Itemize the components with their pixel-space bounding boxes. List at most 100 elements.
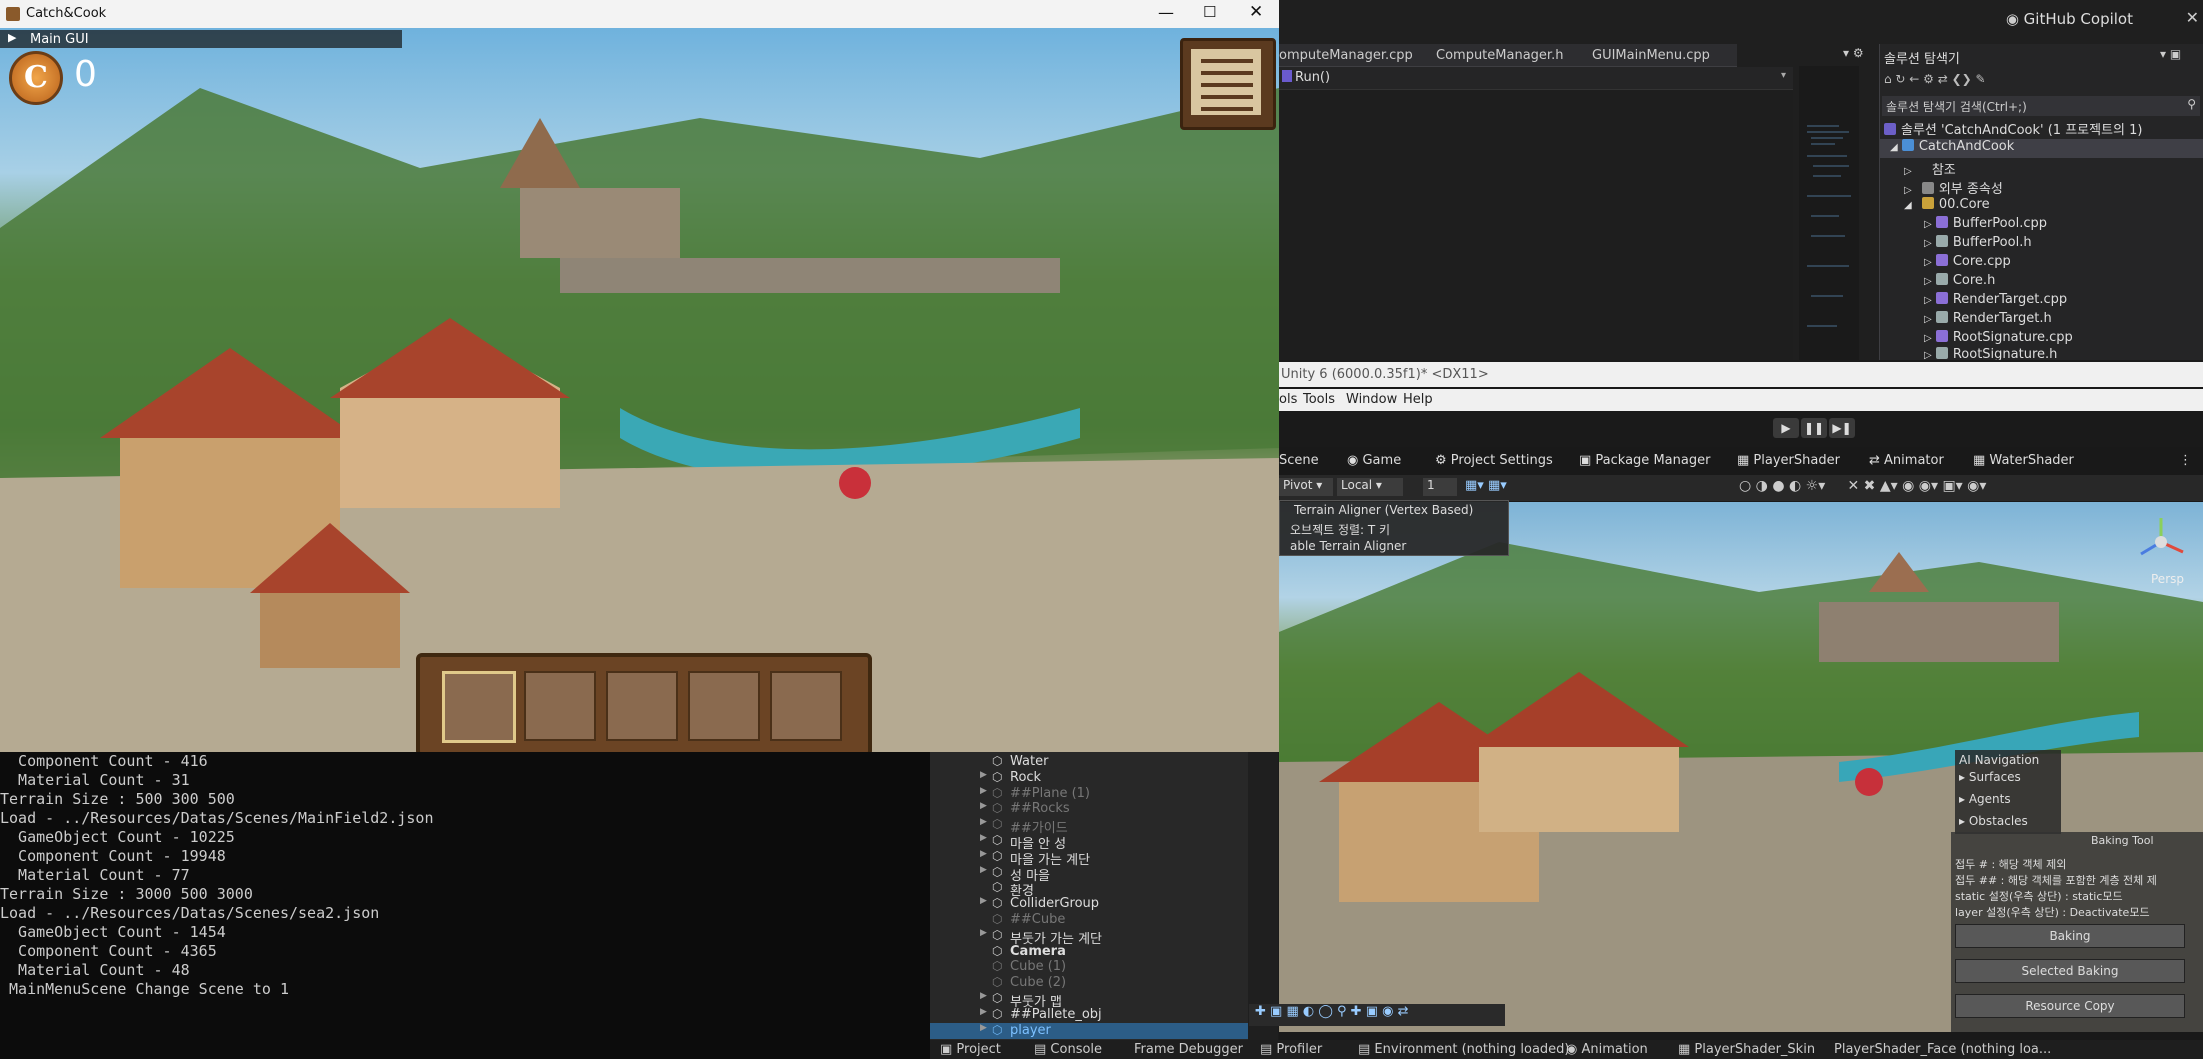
tab-environment[interactable]: ▤ Environment (nothing loaded) [1358,1042,1570,1057]
tab-computemanager-h[interactable]: ComputeManager.h [1436,48,1563,63]
minimize-button[interactable]: — [1158,3,1174,22]
orientation-gizmo[interactable]: Persp [2129,512,2193,586]
folder-node[interactable]: ◢ 00.Core [1904,197,1990,216]
solution-node[interactable]: 솔루션 'CatchAndCook' (1 프로젝트의 1) [1884,119,2142,138]
tab-profiler[interactable]: ▤ Profiler [1260,1042,1322,1057]
se-search[interactable]: 솔루션 탐색기 검색(Ctrl+;) ⚲ [1882,96,2200,116]
expand-arrow-icon[interactable]: ▶ [980,770,987,780]
file-node[interactable]: ▷ BufferPool.h [1924,235,2032,254]
tab-project[interactable]: ▣ Project [940,1042,1001,1057]
step-button[interactable]: ▶❚ [1829,418,1855,438]
code-minimap[interactable] [1799,66,1859,360]
tab-package-manager[interactable]: ▣ Package Manager [1579,453,1710,468]
solution-explorer[interactable]: 솔루션 탐색기 ▾ ▣ ⌂ ↻ ← ⚙ ⇄ ❮❯ ✎ 솔루션 탐색기 검색(Ct… [1879,44,2203,360]
hierarchy-item[interactable]: ⬡ Camera [930,944,1248,960]
external-deps-node[interactable]: ▷ 외부 종속성 [1904,178,2003,197]
tab-menu-icon[interactable]: ▾ ⚙ [1843,46,1864,60]
overlay-line2[interactable]: able Terrain Aligner [1290,539,1406,553]
se-search-input[interactable]: 솔루션 탐색기 검색(Ctrl+;) [1886,98,2027,115]
hierarchy-item[interactable]: ⬡ Cube (2) [930,975,1248,991]
file-node[interactable]: ▷ Core.h [1924,273,1995,292]
file-node[interactable]: ▷ Core.cpp [1924,254,2011,273]
hierarchy-item[interactable]: ▶ ⬡ 마을 안 성 [930,833,1248,852]
tab-frame-debugger[interactable]: Frame Debugger [1134,1042,1243,1057]
more-icon[interactable]: ⋮ [2179,453,2192,468]
menu-book-button[interactable] [1180,38,1276,130]
scene-view[interactable]: Terrain Aligner (Vertex Based) 오브젝트 정렬: … [1249,500,2203,1032]
hierarchy-item[interactable]: ⬡ Water [930,754,1248,770]
menu-help[interactable]: Help [1403,392,1433,407]
expand-arrow-icon[interactable]: ▶ [980,849,987,859]
project-node[interactable]: ◢ CatchAndCook [1880,139,2203,158]
hierarchy-item[interactable]: ▶ ⬡ player [930,1022,1248,1039]
expand-arrow-icon[interactable]: ▶ [980,1023,987,1033]
terrain-aligner-overlay[interactable]: Terrain Aligner (Vertex Based) 오브젝트 정렬: … [1279,500,1509,556]
play-button[interactable]: ▶ [1773,418,1799,438]
tab-animator[interactable]: ⇄ Animator [1869,453,1944,468]
code-editor[interactable] [1279,90,1793,360]
hierarchy-item[interactable]: ▶ ⬡ 성 마을 [930,865,1248,884]
hierarchy-item[interactable]: ⬡ Cube (1) [930,959,1248,975]
ai-nav-surfaces[interactable]: ▸ Surfaces [1959,770,2021,784]
close-icon[interactable]: ✕ [2186,8,2199,27]
close-button[interactable]: ✕ [1249,2,1263,22]
hierarchy-item[interactable]: ▶ ⬡ ##Plane (1) [930,786,1248,802]
expand-arrow-icon[interactable]: ▶ [980,991,987,1001]
tab-animation[interactable]: ◉ Animation [1566,1042,1648,1057]
file-node[interactable]: ▷ RenderTarget.h [1924,311,2052,330]
transform-tool-icons[interactable]: ✚ ▣ ▦ ◐ ◯ ⚲ ✚ ▣ ◉ ⇄ [1255,1004,1408,1019]
home-icon[interactable]: ⌂ ↻ ← ⚙ ⇄ ❮❯ ✎ [1884,72,1986,86]
pin-icon[interactable]: ▾ ▣ [2160,47,2181,61]
hierarchy-item[interactable]: ▶ ⬡ 부둣가 맵 [930,991,1248,1010]
local-dropdown[interactable]: Local ▾ [1337,478,1403,496]
hotbar-slot-1[interactable] [442,671,516,743]
ai-nav-obstacles[interactable]: ▸ Obstacles [1959,814,2028,828]
tab-watershader[interactable]: ▦ WaterShader [1973,453,2074,468]
file-node[interactable]: ▷ BufferPool.cpp [1924,216,2047,235]
ai-nav-agents[interactable]: ▸ Agents [1959,792,2011,806]
function-navbar[interactable]: Run() ▾ [1279,67,1793,90]
hierarchy-item[interactable]: ⬡ 환경 [930,880,1248,899]
chevron-down-icon[interactable]: ▾ [1781,70,1786,81]
hotbar-slot-5[interactable] [770,671,842,741]
hierarchy-item[interactable]: ▶ ⬡ 마을 가는 계단 [930,849,1248,868]
tab-playershader[interactable]: ▦ PlayerShader [1737,453,1840,468]
grid-icon[interactable]: ▦▾ ▦▾ [1465,478,1507,493]
expand-arrow-icon[interactable]: ▶ [980,786,987,796]
snap-input[interactable]: 1 [1423,478,1457,496]
menu-tools-partial[interactable]: ols [1279,392,1297,407]
hierarchy-item[interactable]: ⬡ ##Cube [930,912,1248,928]
hotbar-slot-3[interactable] [606,671,678,741]
expand-arrow-icon[interactable]: ▶ [980,865,987,875]
tab-computemanager-cpp[interactable]: omputeManager.cpp [1279,48,1413,63]
hierarchy-panel[interactable]: ⬡ Water ▶ ⬡ Rock ▶ ⬡ ##Plane (1) ▶ ⬡ ##Rocks ▶ ⬡ ##가이… [930,752,1248,1040]
resource-copy-button[interactable]: Resource Copy [1955,994,2185,1018]
copilot-button[interactable]: ◉ GitHub Copilot [2006,10,2133,28]
pivot-dropdown[interactable]: Pivot ▾ [1279,478,1333,496]
hierarchy-item[interactable]: ▶ ⬡ 부둣가 가는 계단 [930,928,1248,947]
tab-guimainmenu-cpp[interactable]: GUIMainMenu.cpp [1592,48,1710,63]
hierarchy-item[interactable]: ▶ ⬡ ##가이드 [930,817,1248,836]
selected-baking-button[interactable]: Selected Baking [1955,959,2185,983]
maximize-button[interactable]: ☐ [1203,3,1216,21]
tab-project-settings[interactable]: ⚙ Project Settings [1435,453,1553,468]
file-node[interactable]: ▷ RenderTarget.cpp [1924,292,2067,311]
expand-arrow-icon[interactable]: ▶ [980,833,987,843]
hierarchy-item[interactable]: ▶ ⬡ ##Rocks [930,801,1248,817]
main-gui-bar[interactable]: ▶ Main GUI [0,30,402,48]
persp-label[interactable]: Persp [2151,572,2184,586]
view-tools-icons[interactable]: ○ ◑ ● ◐ ☼▾ ✕ ✖ ▲▾ ◉ ◉▾ ▣▾ ◉▾ [1739,478,1986,494]
tab-console[interactable]: ▤ Console [1034,1042,1102,1057]
tab-game[interactable]: ◉ Game [1347,453,1401,468]
expand-arrow-icon[interactable]: ▶ [980,1007,987,1017]
hierarchy-item[interactable]: ▶ ⬡ ##Pallete_obj [930,1007,1248,1023]
tab-playershader-skin[interactable]: ▦ PlayerShader_Skin [1678,1042,1815,1057]
hierarchy-item[interactable]: ▶ ⬡ ColliderGroup [930,896,1248,912]
menu-window[interactable]: Window [1346,392,1397,407]
tab-playershader-face[interactable]: PlayerShader_Face (nothing loa... [1834,1042,2051,1057]
baking-button[interactable]: Baking [1955,924,2185,948]
expand-arrow-icon[interactable]: ▶ [980,928,987,938]
hierarchy-scrollbar[interactable] [1248,752,1278,1040]
file-node[interactable]: ▷ RootSignature.h [1924,347,2057,360]
hierarchy-item[interactable]: ▶ ⬡ Rock [930,770,1248,786]
